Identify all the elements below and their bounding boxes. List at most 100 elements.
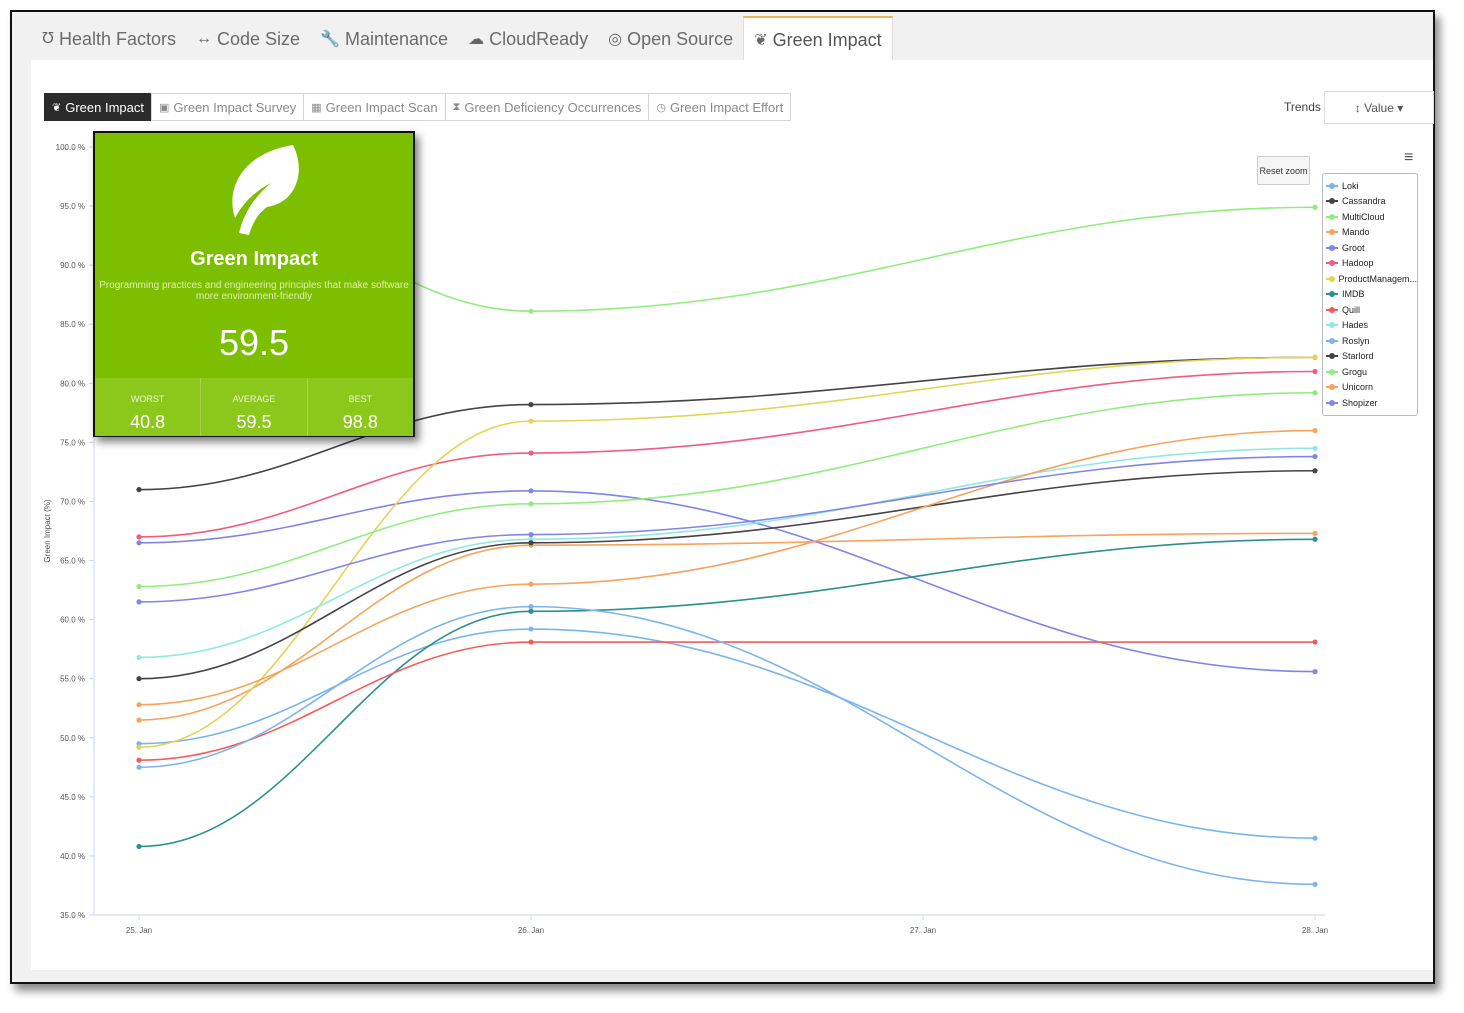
- legend-swatch: [1326, 213, 1338, 221]
- legend-item[interactable]: Cassandra: [1323, 194, 1417, 210]
- data-point: [1312, 204, 1318, 210]
- data-point: [528, 626, 534, 632]
- data-point: [136, 487, 142, 493]
- legend-label: Loki: [1342, 180, 1359, 191]
- data-point: [528, 308, 534, 314]
- stat-worst-label: WORST: [130, 394, 165, 404]
- legend-label: Groot: [1342, 242, 1365, 253]
- legend-item[interactable]: Hadoop: [1323, 256, 1417, 272]
- x-tick-label: 28. Jan: [1302, 926, 1328, 935]
- legend-label: Mando: [1342, 227, 1370, 238]
- legend-item[interactable]: Hades: [1323, 318, 1417, 334]
- data-point: [528, 604, 534, 610]
- legend-swatch: [1326, 368, 1338, 376]
- reset-zoom-button[interactable]: Reset zoom: [1257, 156, 1310, 185]
- legend-label: IMDB: [1342, 289, 1365, 300]
- data-point: [136, 764, 142, 770]
- legend-label: Quill: [1342, 304, 1361, 315]
- y-tick-label: 100.0 %: [56, 143, 85, 152]
- y-tick-label: 35.0 %: [60, 911, 85, 920]
- legend-swatch: [1326, 321, 1338, 329]
- data-point: [1312, 835, 1318, 841]
- y-tick-label: 75.0 %: [60, 438, 85, 447]
- data-point: [1312, 368, 1318, 375]
- y-tick-label: 45.0 %: [60, 793, 85, 802]
- legend-item[interactable]: Loki: [1323, 178, 1417, 194]
- data-point: [1312, 445, 1318, 451]
- data-point: [1312, 427, 1318, 434]
- legend-item[interactable]: IMDB: [1323, 287, 1417, 303]
- legend-item[interactable]: Starlord: [1323, 349, 1417, 365]
- y-tick-label: 50.0 %: [60, 734, 85, 743]
- legend-item[interactable]: ProductManagem...: [1323, 271, 1417, 287]
- data-point: [1312, 453, 1318, 460]
- data-point: [1312, 530, 1318, 536]
- legend-item[interactable]: Unicorn: [1323, 380, 1417, 396]
- legend-item[interactable]: Mando: [1323, 225, 1417, 241]
- y-tick-label: 40.0 %: [60, 852, 85, 861]
- y-axis-title: Green Impact (%): [43, 499, 52, 562]
- data-point: [136, 654, 142, 661]
- y-tick-label: 80.0 %: [60, 379, 85, 388]
- data-point: [136, 534, 142, 540]
- stat-average-value: 59.5: [236, 412, 272, 432]
- data-point: [528, 401, 534, 408]
- y-tick-label: 70.0 %: [60, 497, 85, 506]
- data-point: [528, 450, 534, 456]
- data-point: [528, 501, 534, 507]
- legend-label: Roslyn: [1342, 335, 1370, 346]
- legend-label: Grogu: [1342, 366, 1368, 377]
- y-tick-label: 65.0 %: [60, 557, 85, 566]
- legend-item[interactable]: Shopizer: [1323, 395, 1417, 411]
- stat-best-label: BEST: [348, 394, 373, 404]
- card-score: 59.5: [218, 322, 290, 363]
- legend-label: Shopizer: [1342, 397, 1378, 408]
- legend-label: Unicorn: [1342, 382, 1374, 393]
- data-point: [1312, 669, 1318, 675]
- data-point: [528, 540, 534, 546]
- data-point: [1312, 536, 1318, 542]
- legend-swatch: [1326, 244, 1338, 252]
- chart-menu-icon[interactable]: ≡: [1404, 149, 1413, 167]
- legend-label: ProductManagem...: [1338, 273, 1417, 284]
- x-tick-label: 26. Jan: [518, 926, 544, 935]
- green-impact-card: Green Impact Programming practices and e…: [93, 131, 415, 437]
- data-point: [1312, 639, 1318, 645]
- y-tick-label: 95.0 %: [60, 202, 85, 211]
- data-point: [1312, 390, 1318, 396]
- data-point: [1312, 354, 1318, 360]
- card-title: Green Impact: [190, 248, 318, 270]
- legend-swatch: [1326, 228, 1338, 236]
- legend-swatch: [1326, 399, 1338, 407]
- series-line: [138, 532, 1316, 721]
- data-point: [528, 639, 534, 645]
- data-point: [136, 540, 142, 546]
- data-point: [528, 418, 534, 424]
- data-point: [136, 757, 142, 763]
- legend-label: Starlord: [1342, 351, 1374, 362]
- data-point: [136, 676, 142, 682]
- y-tick-label: 85.0 %: [60, 320, 85, 329]
- stat-worst-value: 40.8: [130, 412, 166, 432]
- leaf-icon: [232, 145, 299, 235]
- y-tick-label: 55.0 %: [60, 675, 85, 684]
- x-tick-label: 27. Jan: [910, 926, 936, 935]
- series-line: [138, 605, 1316, 886]
- legend-swatch: [1326, 383, 1338, 391]
- data-point: [136, 744, 142, 750]
- legend-swatch: [1326, 197, 1338, 205]
- legend-swatch: [1326, 352, 1338, 360]
- y-tick-label: 60.0 %: [60, 616, 85, 625]
- stat-worst: WORST 40.8: [95, 378, 202, 436]
- stat-best-value: 98.8: [342, 412, 378, 432]
- data-point: [1312, 881, 1318, 887]
- legend-swatch: [1326, 337, 1338, 345]
- legend-item[interactable]: MultiCloud: [1323, 209, 1417, 225]
- legend-swatch: [1326, 290, 1338, 298]
- chart-legend: Loki Cassandra MultiCloud Mando Groot Hadoop P…: [1322, 173, 1418, 416]
- legend-item[interactable]: Grogu: [1323, 364, 1417, 380]
- legend-item[interactable]: Quill: [1323, 302, 1417, 318]
- legend-item[interactable]: Groot: [1323, 240, 1417, 256]
- legend-item[interactable]: Roslyn: [1323, 333, 1417, 349]
- data-point: [1312, 468, 1318, 474]
